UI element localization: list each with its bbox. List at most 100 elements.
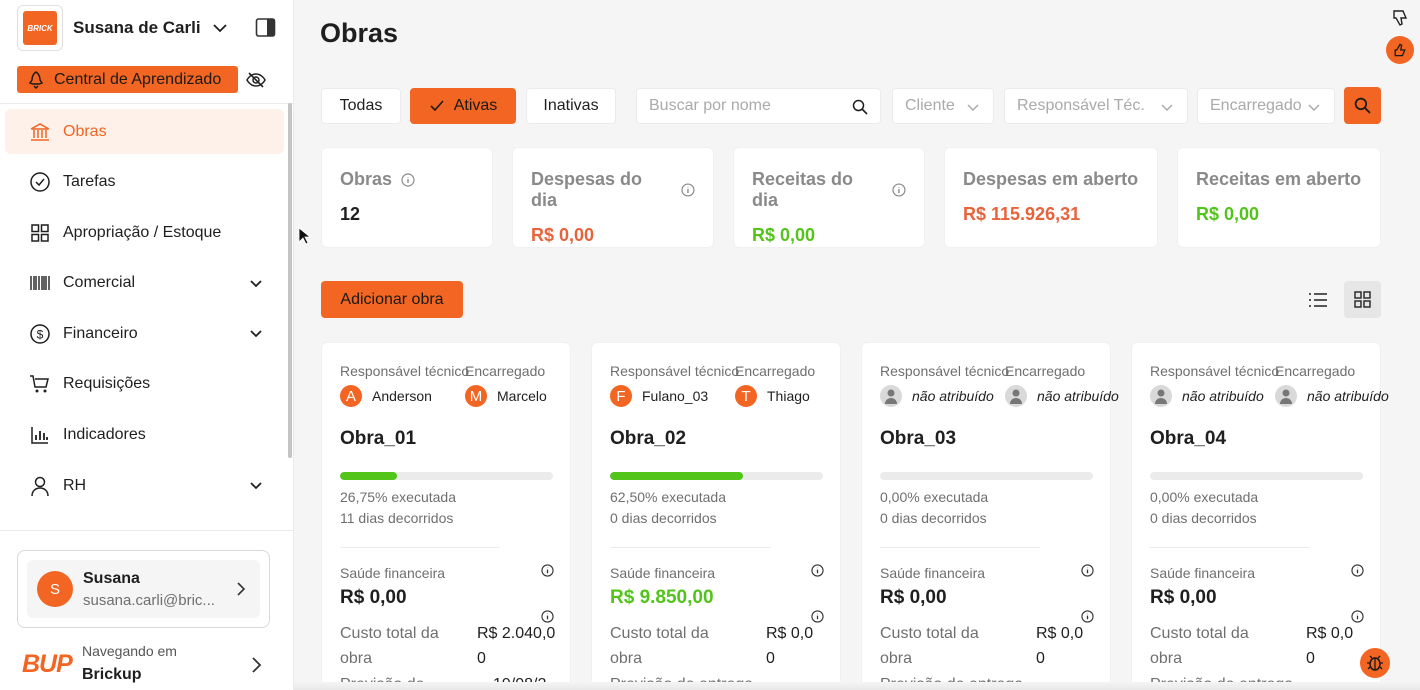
- divider: [0, 530, 294, 531]
- avatar: S: [37, 571, 73, 607]
- progress-fill: [610, 472, 744, 480]
- eye-off-icon[interactable]: [246, 70, 266, 90]
- list-view-button[interactable]: [1299, 281, 1336, 318]
- sidebar-toggle-icon[interactable]: [255, 17, 276, 38]
- progress-text: 0,00% executada: [1150, 489, 1259, 505]
- company-switcher[interactable]: BRICK Susana de Carli: [17, 5, 229, 51]
- foreman-person: M Marcelo: [465, 385, 547, 407]
- cost-label: Custo total da obra: [1150, 625, 1249, 667]
- user-card[interactable]: S Susana susana.carli@bric...: [17, 550, 270, 628]
- progress-bar: [610, 472, 823, 480]
- person-name: Fulano_03: [642, 388, 709, 404]
- elapsed-days: 0 dias decorridos: [610, 510, 717, 526]
- info-icon[interactable]: [541, 564, 554, 577]
- stat-label: Receitas em aberto: [1196, 169, 1362, 189]
- person-name: não atribuído: [912, 388, 994, 404]
- filter-inactive-button[interactable]: Inativas: [526, 88, 616, 124]
- technical-person: F Fulano_03: [610, 385, 708, 407]
- stat-value: R$ 115.926,31: [963, 204, 1081, 224]
- info-icon[interactable]: [401, 172, 415, 187]
- add-project-button[interactable]: Adicionar obra: [321, 281, 463, 318]
- sidebar-item-obras[interactable]: Obras: [5, 109, 284, 154]
- sidebar-item-indicadores[interactable]: Indicadores: [5, 413, 284, 458]
- search-button[interactable]: [1344, 87, 1381, 124]
- elapsed-days: 0 dias decorridos: [1150, 510, 1257, 526]
- filter-active-button[interactable]: Ativas: [410, 88, 516, 124]
- grid-view-button[interactable]: [1344, 281, 1381, 318]
- client-select[interactable]: Cliente: [892, 88, 994, 124]
- stat-card-obras: Obras 12: [321, 147, 493, 248]
- learning-center-button[interactable]: Central de Aprendizado: [17, 66, 238, 93]
- project-name[interactable]: Obra_03: [880, 428, 956, 450]
- person-name: não atribuído: [1182, 388, 1264, 404]
- mouse-cursor-icon: [298, 227, 310, 245]
- foreman-person: não atribuído: [1005, 385, 1119, 407]
- dollar-circle-icon: $: [30, 324, 50, 344]
- info-icon[interactable]: [1081, 564, 1094, 577]
- thumbs-down-icon[interactable]: [1390, 8, 1410, 28]
- project-card[interactable]: Responsável técnico Encarregado F Fulano_…: [591, 342, 841, 690]
- technical-select[interactable]: Responsável Téc.: [1004, 88, 1188, 124]
- stat-value: R$ 0,00: [531, 225, 595, 245]
- project-card[interactable]: Responsável técnico Encarregado não atri…: [861, 342, 1119, 690]
- sidebar-item-label: Obras: [63, 122, 107, 140]
- barcode-icon: [30, 276, 50, 291]
- info-icon[interactable]: [811, 564, 824, 577]
- learning-center-label: Central de Aprendizado: [54, 70, 222, 88]
- foreman-select[interactable]: Encarregado: [1197, 88, 1335, 124]
- sidebar-item-financeiro[interactable]: $ Financeiro: [5, 311, 284, 356]
- progress-text: 62,50% executada: [610, 489, 726, 505]
- elapsed-days: 0 dias decorridos: [880, 510, 987, 526]
- info-icon[interactable]: [681, 183, 695, 197]
- stat-label: Obras: [340, 169, 393, 189]
- progress-text: 26,75% executada: [340, 489, 456, 505]
- project-card[interactable]: Responsável técnico Encarregado não atri…: [1131, 342, 1389, 690]
- health-value: R$ 0,00: [340, 587, 407, 608]
- sidebar-item-apropriacao[interactable]: Apropriação / Estoque: [5, 210, 284, 255]
- user-menu[interactable]: S Susana susana.carli@bric...: [27, 560, 260, 618]
- thumbs-up-icon: [1394, 43, 1406, 57]
- project-card[interactable]: Responsável técnico Encarregado A Anderso…: [321, 342, 571, 690]
- technical-person: A Anderson: [340, 385, 432, 407]
- divider: [340, 547, 500, 548]
- stat-card-daily-expenses: Despesas do dia R$ 0,00: [512, 147, 714, 248]
- project-name[interactable]: Obra_02: [610, 428, 686, 450]
- sidebar-item-comercial[interactable]: Comercial: [5, 261, 284, 306]
- foreman-label: Encarregado: [1005, 363, 1086, 379]
- foreman-label: Encarregado: [735, 363, 816, 379]
- chevron-down-icon: [250, 330, 262, 338]
- person-name: não atribuído: [1037, 388, 1119, 404]
- info-icon[interactable]: [892, 183, 906, 197]
- progress-text: 0,00% executada: [880, 489, 989, 505]
- organization-switcher[interactable]: BUP Navegando em Brickup: [22, 640, 272, 690]
- sidebar-scrollbar[interactable]: [288, 103, 292, 458]
- health-value: R$ 9.850,00: [610, 587, 714, 608]
- sidebar-item-label: Tarefas: [63, 173, 116, 191]
- search-icon: [852, 99, 868, 115]
- thumbs-up-button[interactable]: [1386, 36, 1414, 64]
- chevron-right-icon: [252, 657, 262, 673]
- stat-card-open-expenses: Despesas em aberto R$ 115.926,31: [944, 147, 1158, 248]
- avatar: T: [735, 385, 757, 407]
- client-select-placeholder: Cliente: [905, 97, 955, 114]
- sidebar-item-rh[interactable]: RH: [5, 463, 284, 508]
- stat-card-open-revenue: Receitas em aberto R$ 0,00: [1177, 147, 1381, 248]
- info-icon[interactable]: [1351, 564, 1364, 577]
- bug-report-button[interactable]: [1360, 648, 1390, 678]
- project-name[interactable]: Obra_04: [1150, 428, 1226, 450]
- avatar-placeholder-icon: [1275, 385, 1297, 407]
- bug-icon: [1367, 655, 1383, 671]
- health-label: Saúde financeira: [340, 565, 446, 581]
- sidebar-item-requisicoes[interactable]: Requisições: [5, 362, 284, 407]
- chevron-down-icon: [1308, 104, 1320, 112]
- technical-person: não atribuído: [880, 385, 994, 407]
- grid-icon: [1354, 291, 1371, 308]
- search-input[interactable]: Buscar por nome: [636, 88, 881, 124]
- foreman-person: T Thiago: [735, 385, 810, 407]
- filter-all-button[interactable]: Todas: [321, 88, 401, 124]
- chevron-down-icon: [1161, 104, 1173, 112]
- sidebar-item-tarefas[interactable]: Tarefas: [5, 160, 284, 205]
- cost-label: Custo total da obra: [610, 625, 709, 667]
- project-name[interactable]: Obra_01: [340, 428, 416, 450]
- progress-fill: [340, 472, 397, 480]
